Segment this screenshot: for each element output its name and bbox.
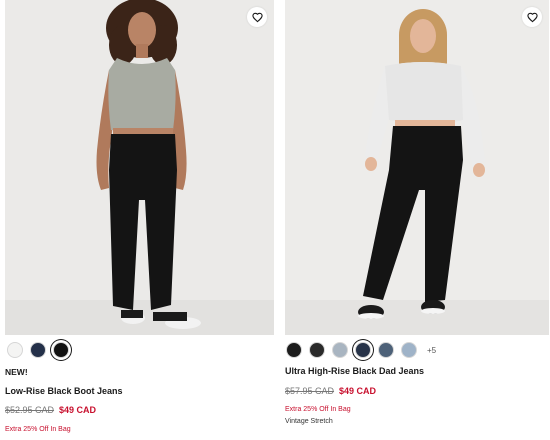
color-swatch[interactable]	[7, 342, 23, 358]
color-swatch[interactable]	[378, 342, 394, 358]
color-swatch[interactable]	[309, 342, 325, 358]
original-price: $52.95 CAD	[5, 405, 55, 415]
model-photo	[285, 0, 549, 335]
color-swatch[interactable]	[355, 342, 371, 358]
color-swatches	[7, 342, 69, 358]
color-swatch[interactable]	[332, 342, 348, 358]
price-row: $52.95 CAD $49 CAD	[5, 405, 96, 415]
model-photo	[5, 0, 274, 335]
product-image[interactable]	[285, 0, 549, 335]
color-swatch[interactable]	[30, 342, 46, 358]
feature-text: Vintage Stretch	[285, 418, 333, 425]
color-swatch[interactable]	[401, 342, 417, 358]
color-swatch[interactable]	[53, 342, 69, 358]
product-name[interactable]: Low-Rise Black Boot Jeans	[5, 386, 123, 396]
original-price: $57.95 CAD	[285, 386, 335, 396]
heart-outline-icon	[526, 12, 538, 22]
product-card-low-rise-boot[interactable]: NEW! Low-Rise Black Boot Jeans $52.95 CA…	[5, 0, 274, 433]
sale-price: $49 CAD	[339, 386, 377, 396]
heart-outline-icon	[251, 12, 263, 22]
color-swatch[interactable]	[286, 342, 302, 358]
new-badge: NEW!	[5, 367, 28, 377]
price-row: $57.95 CAD $49 CAD	[285, 386, 376, 396]
promo-text: Extra 25% Off In Bag	[5, 426, 71, 433]
wishlist-button[interactable]	[522, 7, 542, 27]
wishlist-button[interactable]	[247, 7, 267, 27]
product-image[interactable]	[5, 0, 274, 335]
product-name[interactable]: Ultra High-Rise Black Dad Jeans	[285, 366, 424, 376]
product-card-dad-jeans[interactable]: +5 Ultra High-Rise Black Dad Jeans $57.9…	[285, 0, 549, 425]
sale-price: $49 CAD	[59, 405, 97, 415]
promo-text: Extra 25% Off In Bag	[285, 406, 351, 413]
more-colors-link[interactable]: +5	[427, 346, 436, 355]
color-swatches: +5	[286, 342, 436, 358]
